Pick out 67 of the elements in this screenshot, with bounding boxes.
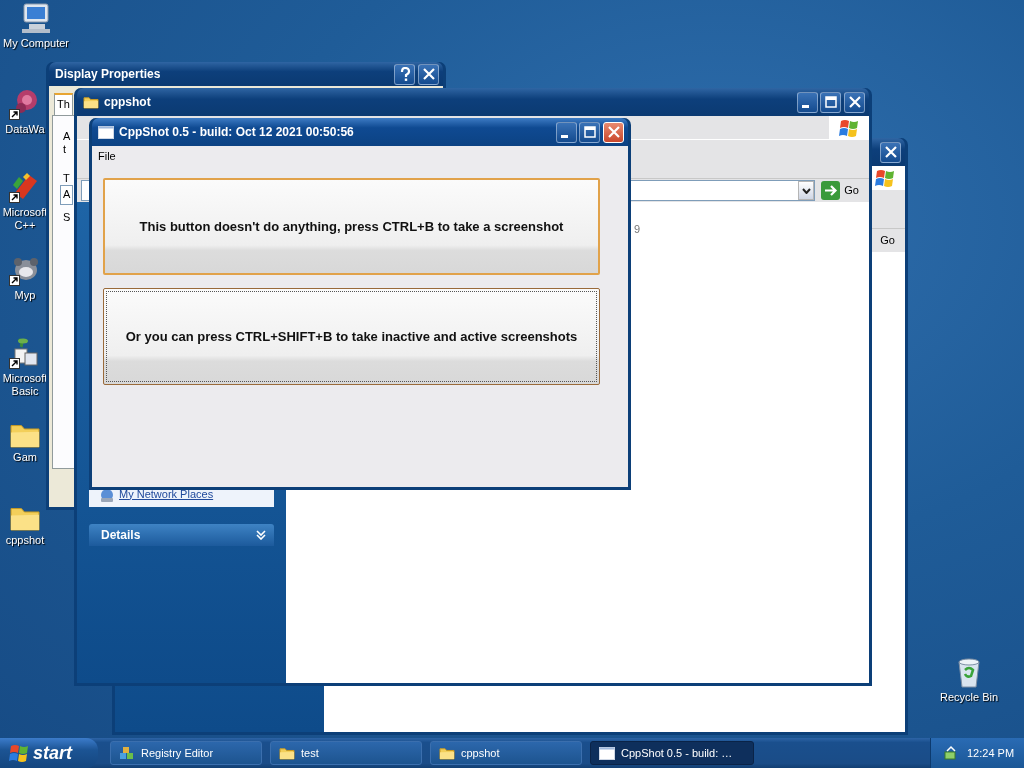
icon-label: Gam	[13, 451, 37, 464]
maximize-icon	[582, 125, 597, 139]
icon-label: My Computer	[3, 37, 69, 50]
taskbar-button[interactable]: Registry Editor	[110, 741, 262, 765]
label: A	[63, 129, 71, 143]
help-button[interactable]	[394, 63, 416, 85]
shortcut-arrow-icon	[9, 192, 20, 203]
folder-icon	[83, 95, 99, 109]
label: t	[63, 142, 67, 156]
icon-label: Myp	[14, 289, 36, 302]
tab[interactable]: Th	[54, 93, 73, 115]
windows-logo-icon	[9, 743, 29, 763]
icon-label: cppshot	[5, 534, 45, 547]
window-icon	[599, 746, 615, 760]
maximize-button[interactable]	[820, 91, 842, 113]
shortcut-arrow-icon	[9, 109, 20, 120]
menu-item[interactable]: File	[98, 148, 116, 164]
action-button[interactable]: This button doesn't do anything, press CTRL+B to take a screenshot	[103, 178, 600, 275]
maximize-button[interactable]	[579, 121, 601, 143]
taskbar-button[interactable]: CppShot 0.5 - build: …	[590, 741, 754, 765]
close-button[interactable]	[844, 91, 865, 113]
arrow-icon	[821, 181, 841, 200]
dropdown-button[interactable]	[798, 181, 815, 200]
close-icon	[606, 125, 621, 139]
shortcut-arrow-icon	[9, 275, 20, 286]
blocks-icon	[119, 745, 135, 761]
go-button[interactable]: Go	[878, 232, 897, 249]
taskbar-button[interactable]: cppshot	[430, 741, 582, 765]
close-button[interactable]	[603, 121, 624, 143]
icon-label: Microsoft Basic	[1, 372, 49, 398]
minimize-button[interactable]	[796, 91, 818, 113]
taskbar-button[interactable]: test	[270, 741, 422, 765]
details-header[interactable]: Details	[89, 524, 274, 546]
chevron-icon	[801, 187, 811, 194]
network-icon	[99, 488, 115, 502]
tray-icon[interactable]	[943, 745, 959, 761]
icon-label: Recycle Bin	[940, 691, 999, 704]
label: S	[63, 210, 71, 224]
window-title: cppshot	[104, 94, 152, 111]
text-field[interactable]: A	[60, 184, 73, 205]
action-button[interactable]: Or you can press CTRL+SHIFT+B to take inactive and active screenshots	[103, 288, 600, 385]
windows-logo-icon	[839, 117, 859, 138]
start-button[interactable]: start	[0, 738, 98, 768]
window-title: CppShot 0.5 - build: Oct 12 2021 00:50:56	[119, 124, 355, 141]
label: 9	[634, 223, 641, 236]
task-link[interactable]: My Network Places	[119, 485, 214, 502]
go-button[interactable]: Go	[819, 181, 861, 200]
icon-label: DataWa	[5, 123, 45, 136]
maximize-icon	[823, 95, 838, 109]
label: T	[63, 171, 70, 185]
clock: 12:24 PM	[967, 745, 1015, 761]
close-button[interactable]	[880, 141, 901, 163]
close-icon	[421, 67, 436, 81]
icon-label: Microsoft C++	[1, 206, 49, 232]
close-icon	[883, 145, 898, 159]
close-button[interactable]	[418, 63, 439, 85]
folder-icon	[439, 746, 455, 760]
minimize-icon	[802, 104, 809, 108]
window-title: Display Properties	[55, 66, 162, 83]
chevron-icon	[256, 530, 266, 540]
minimize-button[interactable]	[555, 121, 577, 143]
windows-logo-icon	[875, 167, 895, 188]
window-icon	[98, 125, 114, 139]
folder-icon	[279, 746, 295, 760]
close-icon	[847, 95, 862, 109]
computer-icon	[20, 2, 52, 34]
shortcut-arrow-icon	[9, 358, 20, 369]
